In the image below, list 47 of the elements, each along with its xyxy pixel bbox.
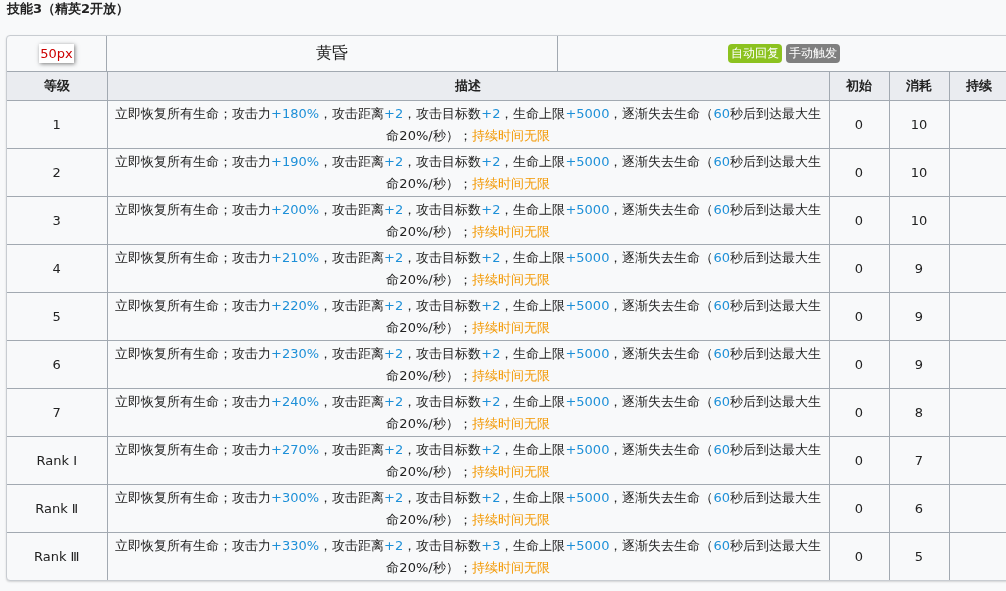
initial-cell: 0 [829, 484, 889, 533]
cost-cell: 10 [889, 196, 949, 245]
level-cell: Rank Ⅰ [7, 436, 107, 485]
level-cell: 5 [7, 292, 107, 341]
skill-tag: 自动回复 [727, 44, 782, 63]
skill-name: 黄昏 [107, 36, 558, 71]
level-cell: 3 [7, 196, 107, 245]
column-header: 等级 [7, 72, 107, 101]
cost-cell: 10 [889, 148, 949, 197]
initial-cell: 0 [829, 292, 889, 341]
level-cell: 4 [7, 244, 107, 293]
cost-cell: 9 [889, 292, 949, 341]
initial-cell: 0 [829, 148, 889, 197]
description-cell: 立即恢复所有生命；攻击力+220%，攻击距离+2，攻击目标数+2，生命上限+5000，逐渐失去生命（60秒后到达最大生命20%/秒）；持续时间无限 [107, 292, 829, 341]
initial-cell: 0 [829, 436, 889, 485]
description-cell: 立即恢复所有生命；攻击力+200%，攻击距离+2，攻击目标数+2，生命上限+5000，逐渐失去生命（60秒后到达最大生命20%/秒）；持续时间无限 [107, 196, 829, 245]
cost-cell: 10 [889, 100, 949, 149]
column-header: 消耗 [889, 72, 949, 101]
cost-cell: 9 [889, 244, 949, 293]
level-cell: 6 [7, 340, 107, 389]
skill-tag: 手动触发 [785, 44, 840, 63]
level-cell: Rank Ⅱ [7, 484, 107, 533]
cost-cell: 8 [889, 388, 949, 437]
initial-cell: 0 [829, 196, 889, 245]
description-cell: 立即恢复所有生命；攻击力+230%，攻击距离+2，攻击目标数+2，生命上限+5000，逐渐失去生命（60秒后到达最大生命20%/秒）；持续时间无限 [107, 340, 829, 389]
level-cell: 2 [7, 148, 107, 197]
level-cell: Rank Ⅲ [7, 532, 107, 580]
cost-cell: 7 [889, 436, 949, 485]
initial-cell: 0 [829, 388, 889, 437]
description-cell: 立即恢复所有生命；攻击力+240%，攻击距离+2，攻击目标数+2，生命上限+5000，逐渐失去生命（60秒后到达最大生命20%/秒）；持续时间无限 [107, 388, 829, 437]
cost-cell: 6 [889, 484, 949, 533]
initial-cell: 0 [829, 244, 889, 293]
column-header: 持续 [949, 72, 1006, 101]
initial-cell: 0 [829, 100, 889, 149]
column-header: 描述 [107, 72, 829, 101]
column-header: 初始 [829, 72, 889, 101]
broken-image-text: 50px [39, 44, 74, 63]
initial-cell: 0 [829, 340, 889, 389]
cost-cell: 9 [889, 340, 949, 389]
level-cell: 7 [7, 388, 107, 437]
description-cell: 立即恢复所有生命；攻击力+180%，攻击距离+2，攻击目标数+2，生命上限+5000，逐渐失去生命（60秒后到达最大生命20%/秒）；持续时间无限 [107, 100, 829, 149]
description-cell: 立即恢复所有生命；攻击力+210%，攻击距离+2，攻击目标数+2，生命上限+5000，逐渐失去生命（60秒后到达最大生命20%/秒）；持续时间无限 [107, 244, 829, 293]
level-cell: 1 [7, 100, 107, 149]
section-heading: 技能3（精英2开放） [6, 0, 131, 18]
description-cell: 立即恢复所有生命；攻击力+190%，攻击距离+2，攻击目标数+2，生命上限+5000，逐渐失去生命（60秒后到达最大生命20%/秒）；持续时间无限 [107, 148, 829, 197]
description-cell: 立即恢复所有生命；攻击力+300%，攻击距离+2，攻击目标数+2，生命上限+5000，逐渐失去生命（60秒后到达最大生命20%/秒）；持续时间无限 [107, 484, 829, 533]
description-cell: 立即恢复所有生命；攻击力+270%，攻击距离+2，攻击目标数+2，生命上限+5000，逐渐失去生命（60秒后到达最大生命20%/秒）；持续时间无限 [107, 436, 829, 485]
